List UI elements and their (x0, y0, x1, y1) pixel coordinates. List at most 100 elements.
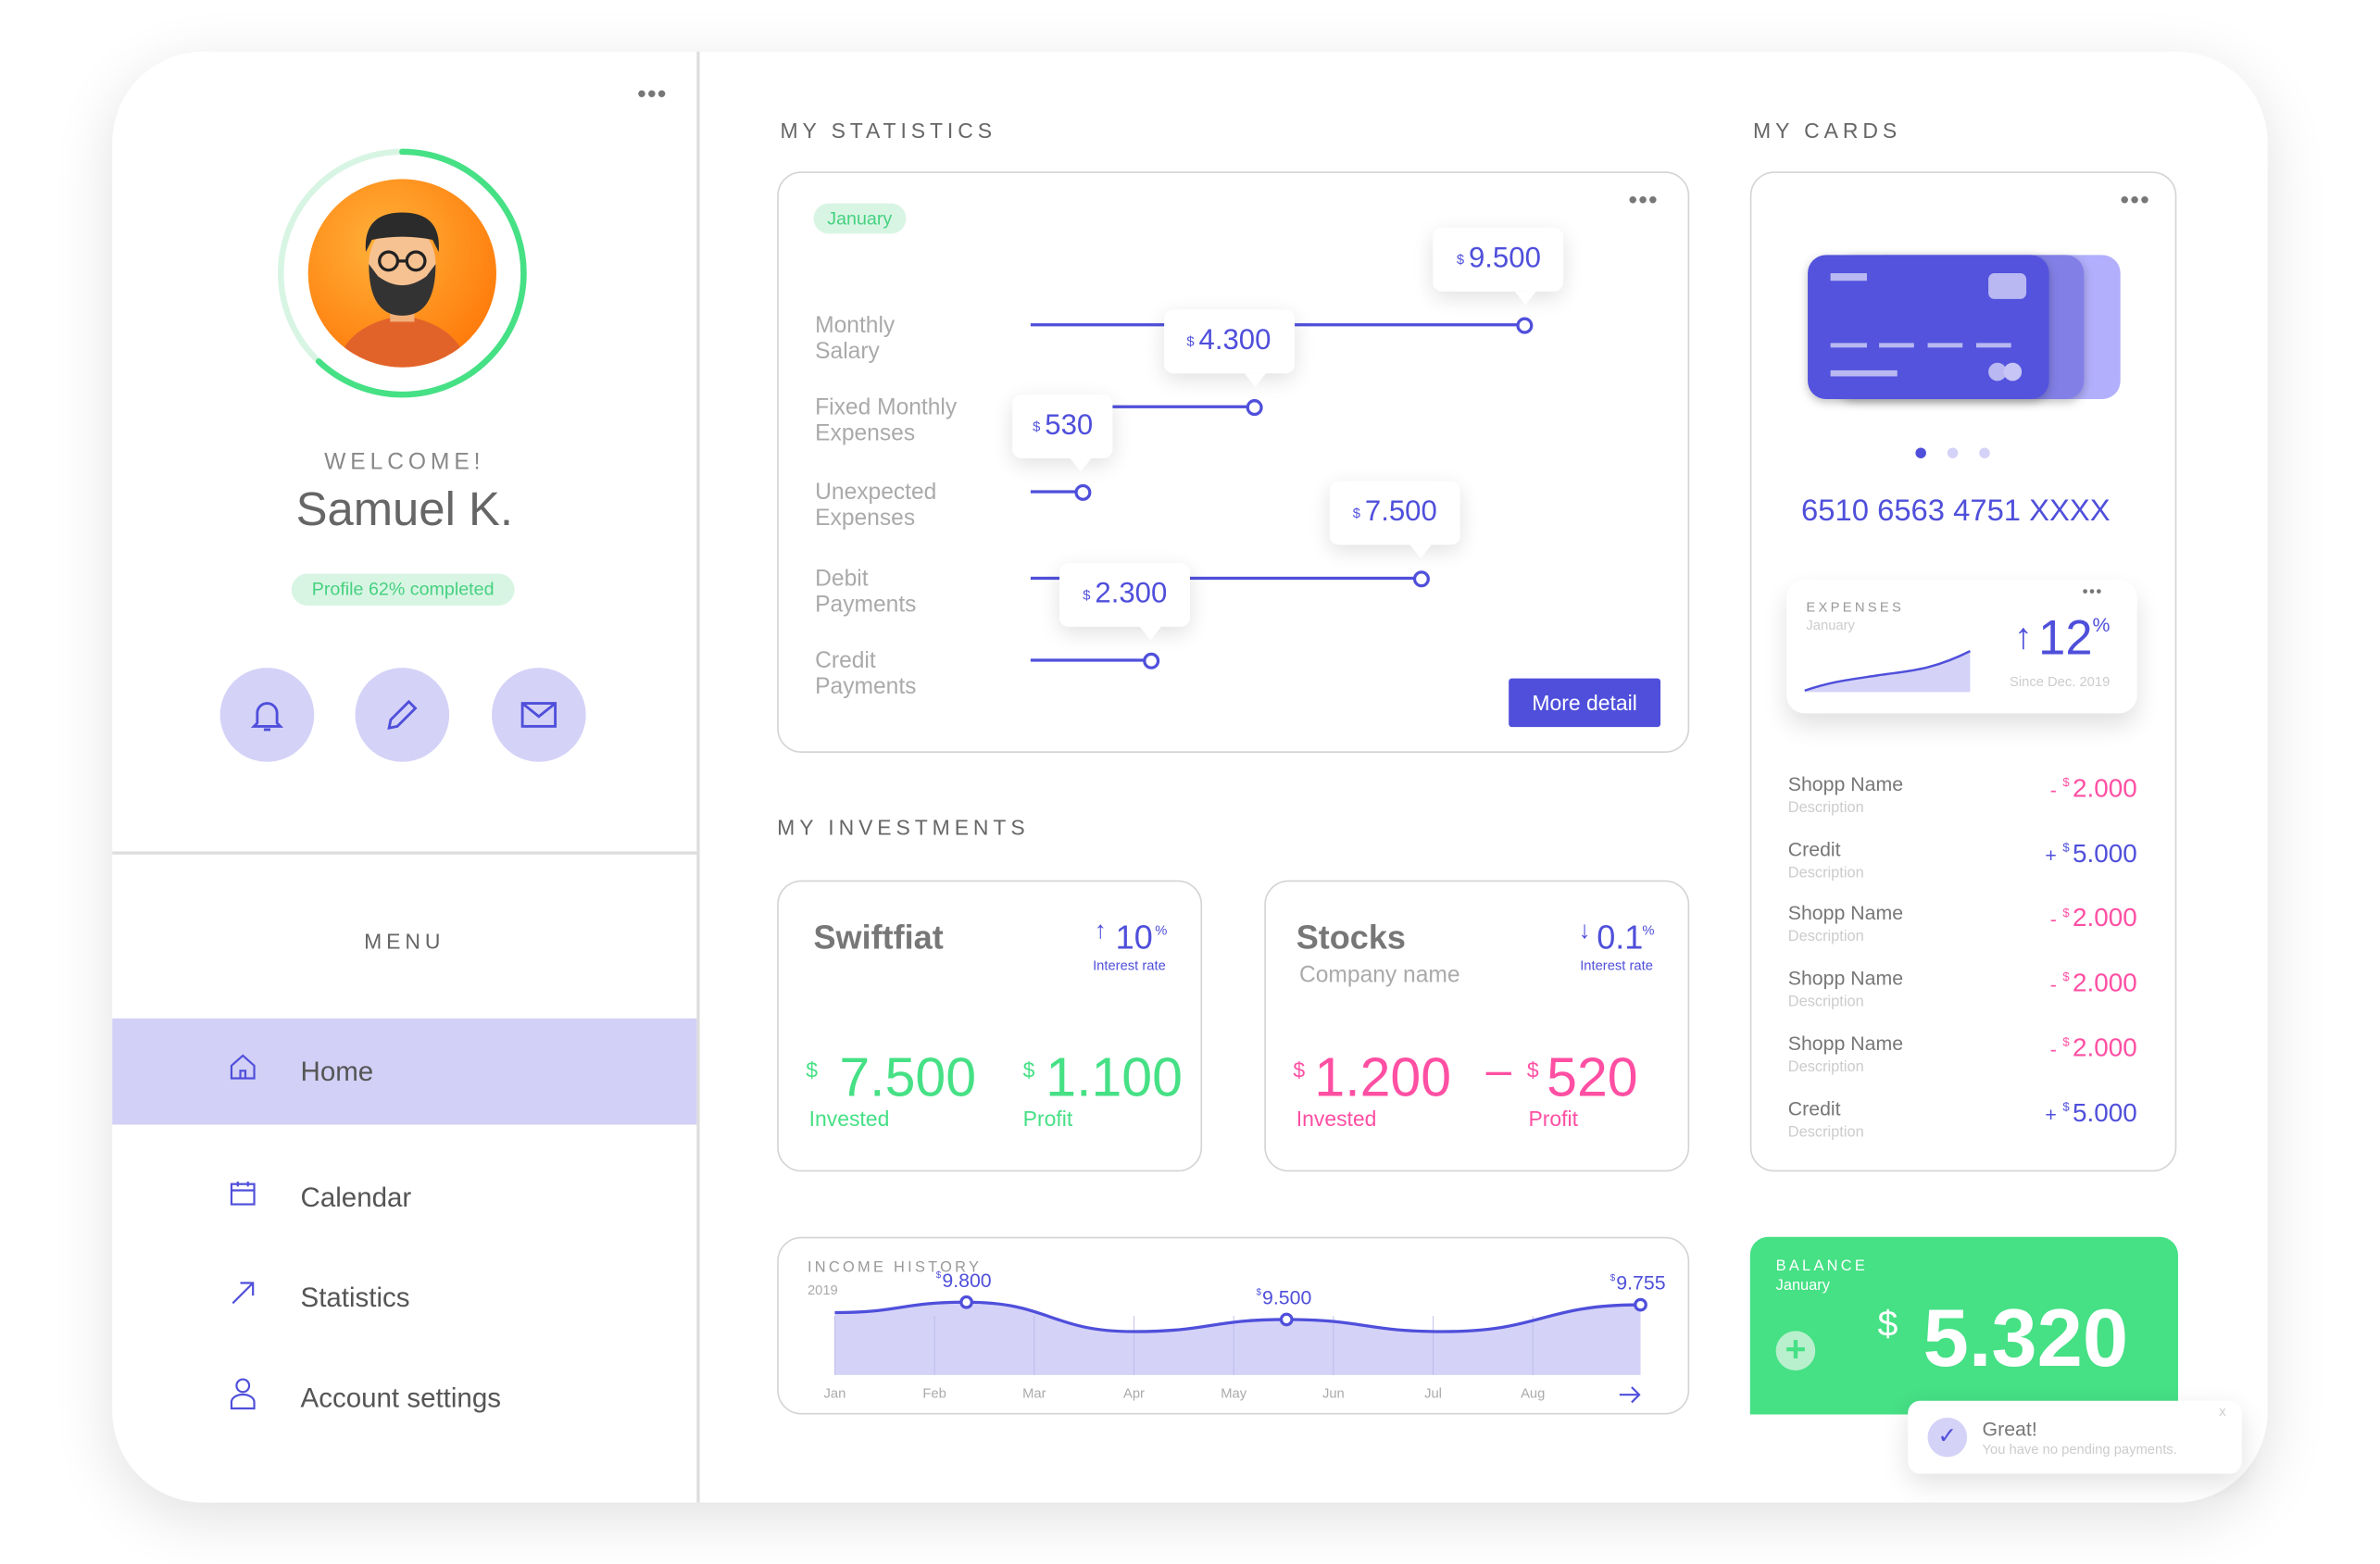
credit-card-stack[interactable] (1791, 243, 2140, 417)
currency-symbol: $ (1033, 419, 1041, 434)
transaction-name: Shopp Name (1787, 772, 1904, 795)
menu-item-label: Statistics (300, 1282, 410, 1312)
investment-name: Swiftfiat (813, 918, 944, 957)
menu-item-home[interactable]: Home (112, 1033, 696, 1109)
profit-sign: – (1485, 1045, 1511, 1096)
balance-title: BALANCE (1775, 1257, 1869, 1275)
expenses-more-icon[interactable]: ••• (2083, 585, 2103, 601)
menu-item-account-settings[interactable]: Account settings (112, 1360, 696, 1436)
currency-symbol: $ (2062, 1035, 2070, 1049)
cards-section-title: MY CARDS (1753, 118, 1902, 144)
investment-card[interactable]: Stocks Company name ↓ 0.1% Interest rate $1.2… (1264, 880, 1690, 1172)
interest-rate-unit: % (1155, 922, 1168, 938)
sidebar-more-icon[interactable]: ••• (637, 82, 667, 106)
toast-title: Great! (1982, 1417, 2037, 1441)
stat-slider-handle[interactable] (1412, 570, 1430, 588)
currency-symbol: $ (1186, 333, 1195, 349)
balance-currency: $ (1877, 1303, 1898, 1345)
carousel-dot[interactable] (1947, 447, 1959, 458)
avatar[interactable] (275, 145, 530, 400)
stat-slider-handle[interactable] (1142, 652, 1159, 669)
expenses-change: ↑ 12 % (2014, 613, 2111, 661)
edit-profile-button[interactable] (355, 668, 450, 762)
statistics-section-title: MY STATISTICS (780, 118, 996, 144)
currency-symbol: $ (1083, 587, 1091, 603)
more-detail-button[interactable]: More detail (1509, 678, 1661, 728)
investment-card[interactable]: Swiftfiat ↑ 10% Interest rate $7.500 Invested… (777, 880, 1203, 1172)
stat-slider-track[interactable] (1030, 490, 1082, 494)
transaction-name: Shopp Name (1787, 1032, 1904, 1055)
menu-item-statistics[interactable]: Statistics (112, 1259, 696, 1335)
transaction-amount: - $2.000 (1955, 904, 2137, 934)
transaction-amount: - $2.000 (1955, 1033, 2137, 1064)
rate-arrow-icon: ↓ (1578, 918, 1591, 945)
arrow-right-icon[interactable] (1619, 1386, 1641, 1404)
profit-amount: 1.100 (1046, 1045, 1183, 1108)
transaction-row[interactable]: Shopp Name Description - $2.000 (1788, 967, 2140, 1028)
amount-sign: + (2045, 843, 2057, 867)
messages-button[interactable] (492, 668, 586, 762)
menu-title: MENU (364, 929, 445, 954)
transaction-row[interactable]: Shopp Name Description - $2.000 (1788, 1032, 2140, 1093)
transaction-description: Description (1787, 1058, 1864, 1076)
stat-label: Fixed Monthly (815, 394, 958, 421)
currency-symbol: $ (936, 1270, 942, 1281)
sidebar-section-divider (112, 851, 697, 854)
currency-symbol: $ (1352, 505, 1360, 521)
menu-item-label: Account settings (300, 1382, 501, 1413)
income-point (1279, 1312, 1294, 1327)
income-point-label: 9.755 (1616, 1272, 1665, 1295)
amount-value: 2.000 (2072, 968, 2137, 997)
stat-label: Payments (815, 673, 917, 700)
cards-more-icon[interactable]: ••• (2121, 189, 2150, 213)
transaction-row[interactable]: Credit Description + $5.000 (1788, 1096, 2140, 1157)
amount-sign: - (2049, 1037, 2057, 1061)
x-tick-label: Jul (1424, 1387, 1442, 1402)
card-chip-icon (1988, 273, 2027, 299)
investments-section-title: MY INVESTMENTS (777, 815, 1030, 840)
transaction-name: Credit (1787, 837, 1841, 860)
add-funds-button[interactable]: + (1775, 1331, 1816, 1371)
income-point (959, 1295, 973, 1309)
currency-symbol: $ (1022, 1057, 1035, 1082)
stat-label: Salary (815, 338, 880, 365)
transaction-amount: + $5.000 (1955, 839, 2136, 870)
transaction-row[interactable]: Shopp Name Description - $2.000 (1788, 772, 2140, 833)
stat-slider-track[interactable] (1030, 658, 1149, 662)
statistics-more-icon[interactable]: ••• (1629, 189, 1659, 213)
stat-slider-handle[interactable] (1246, 399, 1263, 417)
transaction-amount: - $2.000 (1955, 774, 2137, 805)
amount-sign: - (2049, 907, 2057, 932)
stat-label: Credit (815, 647, 876, 674)
income-point (1634, 1297, 1647, 1312)
investment-name: Stocks (1296, 918, 1406, 957)
month-badge[interactable]: January (813, 203, 906, 234)
amount-sign: + (2045, 1102, 2057, 1126)
success-toast: ✓ Great! You have no pending payments. x (1908, 1400, 2242, 1474)
stat-slider-handle[interactable] (1516, 317, 1534, 334)
transaction-row[interactable]: Shopp Name Description - $2.000 (1788, 902, 2140, 963)
invested-amount: 7.500 (839, 1045, 977, 1108)
check-icon: ✓ (1927, 1417, 1968, 1458)
mail-icon (520, 702, 557, 728)
x-tick-label: May (1221, 1387, 1246, 1402)
invested-amount: 1.200 (1314, 1045, 1452, 1108)
currency-symbol: $ (2062, 1100, 2070, 1114)
income-history-chart: Jan Feb Mar Apr May Jun Jul Aug$ 9.800$ 9.500$ 9.7… (824, 1270, 1666, 1404)
expenses-widget[interactable]: EXPENSES January ••• ↑ 12 % Since Dec. 2… (1786, 580, 2137, 714)
toast-message: You have no pending payments. (1982, 1442, 2177, 1458)
transaction-name: Credit (1787, 1096, 1841, 1120)
carousel-dot[interactable] (1915, 447, 1926, 458)
stat-value: 530 (1045, 409, 1094, 442)
stat-label: Monthly (815, 312, 896, 339)
stat-value: 4.300 (1198, 324, 1271, 357)
transaction-row[interactable]: Credit Description + $5.000 (1788, 837, 2140, 898)
currency-symbol: $ (1526, 1057, 1539, 1082)
stat-value-tooltip: $4.300 (1163, 309, 1295, 387)
menu-item-calendar[interactable]: Calendar (112, 1159, 696, 1235)
carousel-dot[interactable] (1979, 447, 1990, 458)
balance-amount: 5.320 (1923, 1293, 2129, 1384)
currency-symbol: $ (2062, 841, 2070, 855)
notifications-button[interactable] (219, 668, 315, 762)
toast-close-button[interactable]: x (2219, 1404, 2225, 1419)
